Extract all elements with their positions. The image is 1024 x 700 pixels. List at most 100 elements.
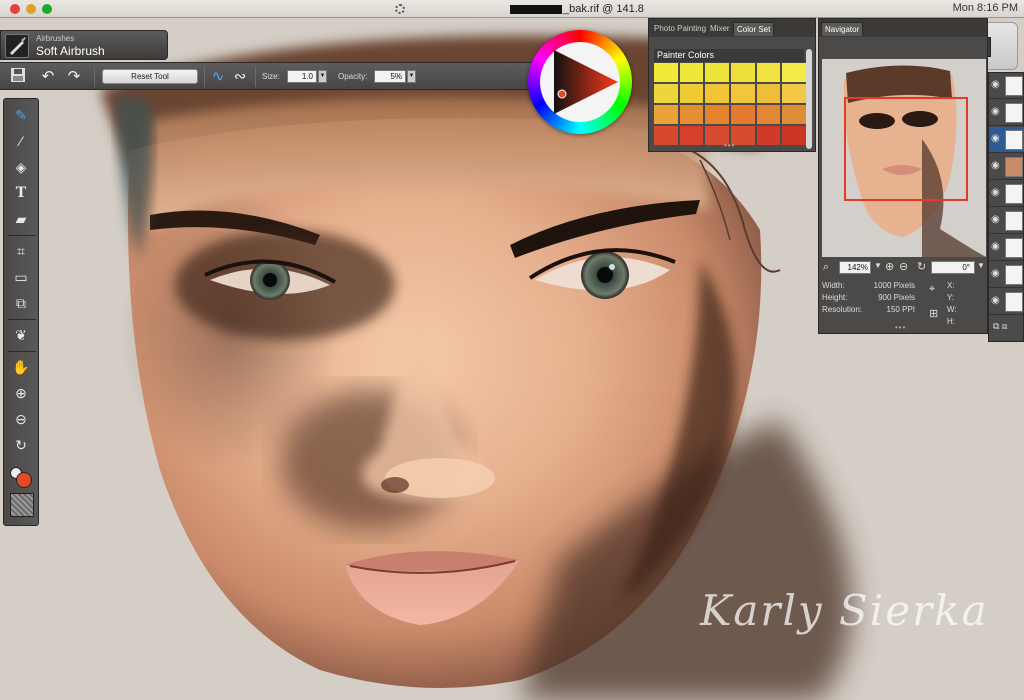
straight-line-stroke-icon[interactable]: ∾ [230,67,250,87]
eye-icon[interactable]: ◉ [991,268,1000,279]
tab-navigator[interactable]: Navigator [821,22,864,36]
redo-icon[interactable]: ↷ [64,67,84,87]
color-swatch[interactable] [756,105,781,124]
zoom-out-small-icon[interactable]: ⊖ [899,260,908,273]
brush-icon[interactable]: ✎ [10,105,32,125]
size-field[interactable]: 1.0 [287,70,317,83]
opacity-field[interactable]: 5% [374,70,406,83]
layer-row[interactable]: ◉ [989,235,1024,261]
layer-row[interactable]: ◉ [989,262,1024,288]
main-color-swatch[interactable] [16,472,32,488]
zoom-icon[interactable]: ⌕ [823,261,829,274]
eye-icon[interactable]: ◉ [991,214,1000,225]
color-swatch[interactable] [782,63,806,82]
color-swatch[interactable] [782,126,806,145]
color-swatch[interactable] [679,84,704,103]
grabber-hand-icon[interactable]: ✋ [10,357,32,377]
panel-grip-icon[interactable]: ••• [724,141,735,150]
color-swatch[interactable] [705,105,729,124]
close-window-button[interactable] [10,4,20,14]
color-swatch[interactable] [730,63,755,82]
zoom-in-small-icon[interactable]: ⊕ [885,260,894,273]
rotation-field[interactable]: 0° [931,261,975,274]
transform-icon[interactable]: ⧉ [10,293,32,313]
rectangle-select-icon[interactable]: ▭ [10,267,32,287]
minimize-window-button[interactable] [26,4,36,14]
temporal-color-wheel[interactable] [528,30,632,134]
reset-tool-button[interactable]: Reset Tool [102,69,198,84]
color-swatch[interactable] [756,84,781,103]
eye-icon[interactable]: ◉ [991,133,1000,144]
eye-icon[interactable]: ◉ [991,79,1000,90]
color-swatch[interactable] [782,84,806,103]
color-swatch[interactable] [679,63,704,82]
eye-icon[interactable]: ◉ [991,106,1000,117]
eraser-icon[interactable]: ▰ [10,209,32,229]
eye-icon[interactable]: ◉ [991,160,1000,171]
layer-row[interactable]: ◉ [989,127,1024,153]
color-swatch[interactable] [654,126,678,145]
save-icon[interactable] [8,67,28,87]
saturation-value-triangle[interactable] [540,42,620,122]
brush-selector[interactable]: Airbrushes Soft Airbrush [0,30,168,60]
paint-bucket-icon[interactable]: ◈ [10,157,32,177]
rotation-dropdown-arrow-icon[interactable]: ▼ [977,261,985,270]
navigator-view-rectangle[interactable] [844,97,968,201]
navigator-preview[interactable] [822,59,986,257]
tab-photo-painting[interactable]: Photo Painting [651,22,709,35]
eye-icon[interactable]: ◉ [991,241,1000,252]
color-swatch[interactable] [730,105,755,124]
color-swatch[interactable] [756,126,781,145]
tab-color-set[interactable]: Color Set [733,22,775,36]
layer-thumbnail [1005,211,1023,231]
color-swatch[interactable] [756,63,781,82]
dropper-icon[interactable]: ⁄ [10,131,32,151]
brush-thumbnail-icon[interactable] [5,34,29,58]
color-swatch[interactable] [679,126,704,145]
zoom-field[interactable]: 142% [839,261,871,274]
color-swatch[interactable] [782,105,806,124]
brush-variant-label: Soft Airbrush [36,44,105,58]
width-value: 1000 Pixels [873,281,915,290]
rotate-canvas-icon[interactable]: ↻ [917,260,926,273]
color-set-panel: Photo Painting Mixer Color Set Painter C… [648,18,816,152]
layer-row[interactable]: ◉ [989,181,1024,207]
layer-row[interactable]: ◉ [989,154,1024,180]
layer-thumbnail [1005,103,1023,123]
crop-icon[interactable]: ⌗ [10,241,32,261]
undo-icon[interactable]: ↶ [38,67,58,87]
color-swatch[interactable] [654,63,678,82]
color-swatch[interactable] [679,105,704,124]
color-swatch[interactable] [654,84,678,103]
rotate-icon[interactable]: ↻ [10,435,32,455]
tab-mixer[interactable]: Mixer [707,22,733,35]
zoom-in-icon[interactable]: ⊕ [10,383,32,403]
color-panel-scrollbar[interactable] [806,49,812,149]
color-swatch[interactable] [654,105,678,124]
layer-options-icon[interactable]: ⧉ ⧈ [993,321,1008,332]
toolbar-divider [204,67,205,87]
eye-icon[interactable]: ◉ [991,187,1000,198]
opacity-dropdown-arrow-icon[interactable]: ▼ [407,70,416,83]
h-label: H: [947,317,955,326]
layer-row[interactable]: ◉ [989,100,1024,126]
size-dropdown-arrow-icon[interactable]: ▼ [318,70,327,83]
layer-row[interactable]: ◉ [989,289,1024,315]
zoom-window-button[interactable] [42,4,52,14]
busy-spinner-icon [395,4,405,14]
zoom-out-icon[interactable]: ⊖ [10,409,32,429]
text-icon[interactable]: T [10,183,32,203]
paper-texture-swatch[interactable] [10,493,34,517]
zoom-dropdown-arrow-icon[interactable]: ▼ [874,261,882,270]
color-swatch[interactable] [705,84,729,103]
toolbox: ✎ ⁄ ◈ T ▰ ⌗ ▭ ⧉ ❦ ✋ ⊕ ⊖ ↻ [3,98,39,526]
plant-brush-icon[interactable]: ❦ [10,325,32,345]
color-swatch[interactable] [730,84,755,103]
panel-grip-icon[interactable]: ••• [895,323,906,332]
redacted-filename [510,4,562,14]
layer-row[interactable]: ◉ [989,73,1024,99]
eye-icon[interactable]: ◉ [991,295,1000,306]
layer-row[interactable]: ◉ [989,208,1024,234]
freehand-stroke-icon[interactable]: ∿ [208,67,228,87]
color-swatch[interactable] [705,63,729,82]
